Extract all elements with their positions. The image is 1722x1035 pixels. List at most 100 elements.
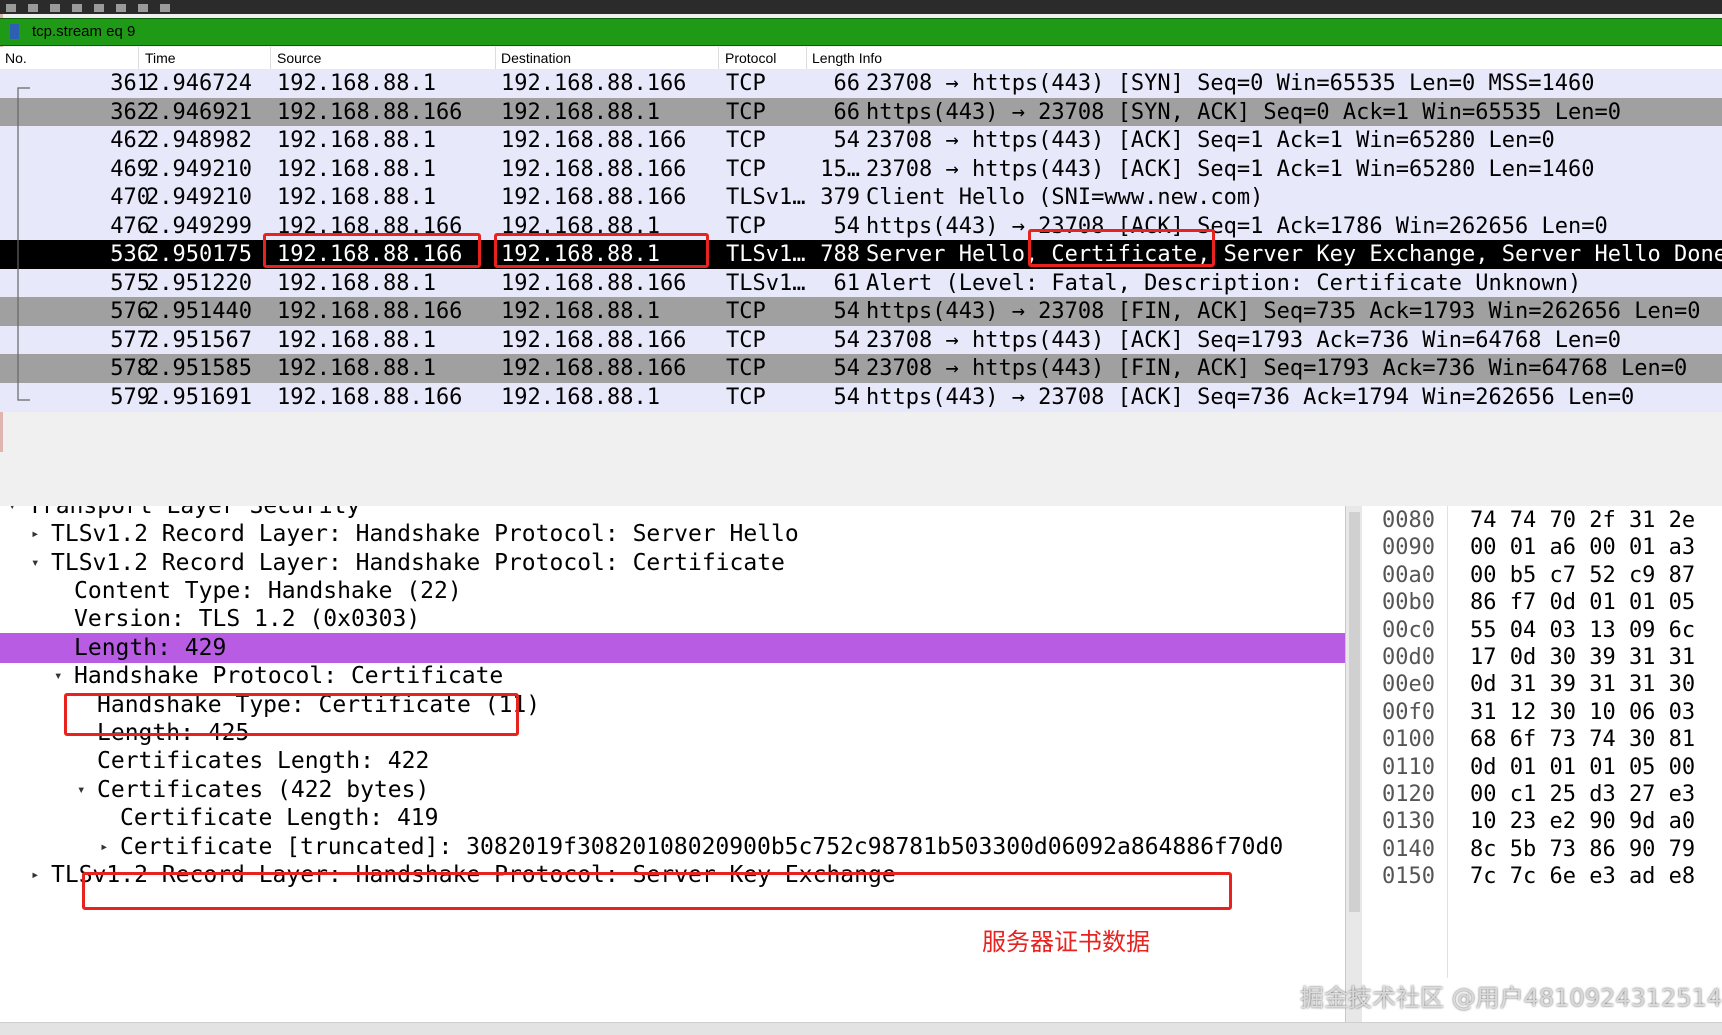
toolbar-icon[interactable]: [94, 4, 104, 12]
detail-tree-label: Handshake Protocol: Certificate: [74, 663, 504, 689]
packet-list-header: No. Time Source Destination Protocol Len…: [0, 47, 1722, 70]
hex-row[interactable]: 00b0 86 f7 0d 01 01 05: [1362, 588, 1722, 618]
packet-src-cell: 192.168.88.1: [277, 270, 436, 296]
details-vscrollbar[interactable]: [1345, 506, 1363, 1022]
hex-row[interactable]: 0110 0d 01 01 01 05 00: [1362, 753, 1722, 783]
packet-time-cell: 2.949210: [146, 156, 252, 182]
expand-down-icon[interactable]: ▾: [54, 661, 62, 691]
hex-offset: 00c0: [1382, 617, 1435, 643]
expand-down-icon[interactable]: ▾: [77, 775, 85, 805]
hex-row[interactable]: 0100 68 6f 73 74 30 81: [1362, 725, 1722, 755]
hex-offset: 0120: [1382, 782, 1435, 807]
hex-row[interactable]: 0140 8c 5b 73 86 90 79: [1362, 835, 1722, 865]
packet-row[interactable]: 362 2.946921 192.168.88.166 192.168.88.1 TCP…: [0, 97, 1722, 127]
detail-tree-item[interactable]: ▸ Certificate [truncated]: 3082019f308201…: [0, 832, 1345, 862]
packet-row[interactable]: 578 2.951585 192.168.88.1 192.168.88.166 TCP…: [0, 354, 1722, 383]
toolbar-icon[interactable]: [28, 4, 38, 12]
expand-down-icon[interactable]: ▾: [31, 548, 39, 578]
packet-time-cell: 2.951691: [146, 384, 252, 410]
packet-src-cell: 192.168.88.1: [277, 128, 436, 153]
hex-offset: 0140: [1382, 836, 1435, 862]
detail-tree-item[interactable]: Version: TLS 1.2 (0x0303): [0, 604, 1345, 634]
hex-row[interactable]: 0130 10 23 e2 90 9d a0: [1362, 807, 1722, 837]
packet-info-cell: 23708 → https(443) [ACK] Seq=1793 Ack=73…: [866, 327, 1621, 353]
hex-row[interactable]: 00c0 55 04 03 13 09 6c: [1362, 616, 1722, 646]
packet-dst-cell: 192.168.88.166: [501, 128, 687, 153]
toolbar-icon[interactable]: [138, 4, 148, 12]
detail-tree-item[interactable]: ▾ TLSv1.2 Record Layer: Handshake Protoco…: [0, 548, 1345, 578]
details-hscrollbar[interactable]: [0, 1022, 1722, 1035]
detail-tree-item[interactable]: ▾ Handshake Protocol: Certificate: [0, 661, 1345, 691]
expand-right-icon[interactable]: ▸: [31, 519, 39, 549]
main-toolbar: [0, 0, 1722, 14]
packet-time-cell: 2.946921: [146, 99, 252, 125]
column-header-protocol[interactable]: Protocol: [725, 50, 776, 66]
hex-offset: 00a0: [1382, 562, 1435, 588]
toolbar-icon[interactable]: [6, 4, 16, 12]
display-filter-bar[interactable]: tcp.stream eq 9: [0, 18, 1722, 46]
hex-row[interactable]: 00f0 31 12 30 10 06 03: [1362, 698, 1722, 728]
hex-row[interactable]: 0150 7c 7c 6e e3 ad e8: [1362, 862, 1722, 892]
toolbar-icon[interactable]: [72, 4, 82, 12]
detail-tree-item[interactable]: ▸ TLSv1.2 Record Layer: Handshake Protoco…: [0, 519, 1345, 549]
packet-row[interactable]: 462 2.948982 192.168.88.1 192.168.88.166 TCP…: [0, 126, 1722, 155]
detail-tree-item[interactable]: ▾ Certificates (422 bytes): [0, 775, 1345, 805]
packet-info-cell: Client Hello (SNI=www.new.com): [866, 185, 1264, 210]
packet-row[interactable]: 470 2.949210 192.168.88.1 192.168.88.166 TLS…: [0, 183, 1722, 212]
packet-proto-cell: TCP: [726, 99, 766, 125]
hex-bytes: 86 f7 0d 01 01 05: [1470, 590, 1696, 616]
hex-row[interactable]: 00d0 17 0d 30 39 31 31: [1362, 643, 1722, 673]
packet-row[interactable]: 577 2.951567 192.168.88.1 192.168.88.166 TCP…: [0, 325, 1722, 355]
detail-tree-item[interactable]: Certificate Length: 419: [0, 803, 1345, 833]
scrollbar-thumb[interactable]: [1349, 512, 1360, 912]
hex-row[interactable]: 0120 00 c1 25 d3 27 e3: [1362, 780, 1722, 810]
detail-tree-item[interactable]: Length: 429: [0, 633, 1345, 663]
packet-row[interactable]: 579 2.951691 192.168.88.166 192.168.88.1 TCP…: [0, 382, 1722, 412]
toolbar-icon[interactable]: [50, 4, 60, 12]
hex-row[interactable]: 00a0 00 b5 c7 52 c9 87: [1362, 561, 1722, 591]
column-header-length-info[interactable]: Length Info: [812, 50, 882, 66]
toolbar-icon[interactable]: [116, 4, 126, 12]
hex-row[interactable]: 0090 00 01 a6 00 01 a3: [1362, 533, 1722, 563]
detail-tree-item[interactable]: Content Type: Handshake (22): [0, 576, 1345, 606]
detail-tree-label: TLSv1.2 Record Layer: Handshake Protocol…: [51, 550, 785, 576]
packet-len-cell: 66: [833, 71, 861, 96]
packet-info-cell: 23708 → https(443) [ACK] Seq=1 Ack=1 Win…: [866, 128, 1555, 153]
toolbar-icon[interactable]: [160, 4, 170, 12]
packet-proto-cell: TCP: [726, 71, 766, 96]
packet-len-cell: 379: [820, 185, 860, 210]
packet-time-cell: 2.948982: [146, 128, 252, 153]
packet-row[interactable]: 575 2.951220 192.168.88.1 192.168.88.166 TLS…: [0, 268, 1722, 298]
display-filter-input[interactable]: tcp.stream eq 9: [32, 23, 135, 40]
packet-row[interactable]: 476 2.949299 192.168.88.166 192.168.88.1 TCP…: [0, 211, 1722, 241]
column-header-source[interactable]: Source: [277, 50, 321, 66]
column-header-destination[interactable]: Destination: [501, 50, 571, 66]
hex-offset: 0150: [1382, 864, 1435, 890]
packet-row[interactable]: 536 2.950175 192.168.88.166 192.168.88.1 TLS…: [0, 240, 1722, 269]
hex-offset: 0080: [1382, 508, 1435, 533]
expand-right-icon[interactable]: ▸: [31, 860, 39, 890]
packet-row[interactable]: 576 2.951440 192.168.88.166 192.168.88.1 TCP…: [0, 297, 1722, 326]
hex-bytes: 31 12 30 10 06 03: [1470, 699, 1696, 725]
hex-bytes: 55 04 03 13 09 6c: [1470, 617, 1696, 643]
expand-right-icon[interactable]: ▸: [100, 832, 108, 862]
hex-bytes: 68 6f 73 74 30 81: [1470, 727, 1696, 753]
packet-len-cell: 54: [833, 128, 861, 153]
packet-row[interactable]: 469 2.949210 192.168.88.1 192.168.88.166 TCP…: [0, 154, 1722, 184]
packet-len-cell: 788: [820, 242, 860, 267]
hex-row[interactable]: 0080 74 74 70 2f 31 2e: [1362, 506, 1722, 536]
packet-proto-cell: TCP: [726, 213, 766, 239]
hex-bytes: 10 23 e2 90 9d a0: [1470, 809, 1696, 835]
packet-row[interactable]: 361 2.946724 192.168.88.1 192.168.88.166 TCP…: [0, 69, 1722, 98]
packet-time-cell: 2.950175: [146, 242, 252, 267]
detail-tree-item[interactable]: Certificates Length: 422: [0, 746, 1345, 776]
packet-len-cell: 66: [833, 99, 861, 125]
hex-row[interactable]: 00e0 0d 31 39 31 31 30: [1362, 670, 1722, 700]
packet-info-cell: Server Hello, Certificate, Server Key Ex…: [866, 242, 1722, 267]
column-header-time[interactable]: Time: [145, 50, 176, 66]
packet-info-cell: 23708 → https(443) [ACK] Seq=1 Ack=1 Win…: [866, 156, 1595, 182]
bookmark-icon[interactable]: [10, 24, 19, 39]
packet-proto-cell: TLSv1…: [726, 270, 806, 296]
column-header-no[interactable]: No.: [5, 50, 27, 66]
packet-proto-cell: TCP: [726, 299, 766, 324]
